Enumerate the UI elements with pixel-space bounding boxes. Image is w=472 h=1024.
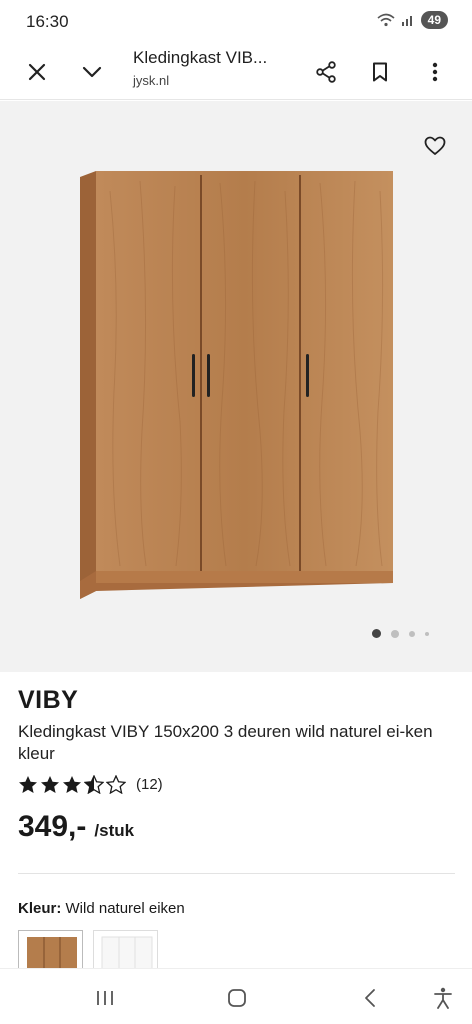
star-half-icon xyxy=(84,775,104,794)
accessibility-icon xyxy=(434,987,452,1009)
product-image xyxy=(80,171,393,599)
page-title-area: Kledingkast VIB... jysk.nl xyxy=(133,48,293,88)
star-filled-icon xyxy=(41,776,59,793)
collapse-button[interactable] xyxy=(74,54,110,90)
accessibility-button[interactable] xyxy=(428,983,458,1013)
page-title: Kledingkast VIB... xyxy=(133,48,268,67)
swatch-white[interactable] xyxy=(93,930,158,970)
price-unit: /stuk xyxy=(94,821,135,840)
product-rating[interactable]: (12) xyxy=(18,775,163,794)
bookmark-icon xyxy=(373,62,387,82)
pagination-dot-active[interactable] xyxy=(372,629,381,638)
pagination-dot[interactable] xyxy=(409,630,415,637)
pagination-dot[interactable] xyxy=(391,629,399,638)
more-vertical-icon xyxy=(432,62,438,82)
color-selection-label: Kleur: Wild naturel eiken xyxy=(18,900,185,917)
swatch-white-thumbnail xyxy=(101,936,153,969)
heart-icon xyxy=(424,136,446,155)
recent-apps-button[interactable] xyxy=(90,983,120,1013)
pagination-dot[interactable] xyxy=(425,631,429,636)
bookmark-button[interactable] xyxy=(362,54,398,90)
wifi-icon xyxy=(377,13,395,27)
color-swatches xyxy=(18,930,158,970)
system-nav-bar xyxy=(0,968,472,1024)
star-filled-icon xyxy=(19,776,37,793)
gallery-pagination[interactable] xyxy=(372,629,429,638)
close-button[interactable] xyxy=(19,54,55,90)
divider xyxy=(18,873,455,874)
swatch-wood-thumbnail xyxy=(27,937,77,969)
favorite-button[interactable] xyxy=(420,131,450,161)
share-button[interactable] xyxy=(308,54,344,90)
price-value: 349,- xyxy=(18,810,87,843)
home-button[interactable] xyxy=(222,983,252,1013)
product-price: 349,- /stuk xyxy=(18,810,134,844)
rating-count[interactable]: (12) xyxy=(136,776,163,793)
color-label: Kleur: xyxy=(18,900,62,917)
more-options-button[interactable] xyxy=(417,54,453,90)
browser-header: Kledingkast VIB... jysk.nl xyxy=(0,44,472,100)
star-filled-icon xyxy=(63,776,81,793)
swatch-wild-oak[interactable] xyxy=(18,930,83,970)
product-brand: VIBY xyxy=(18,686,79,714)
close-icon xyxy=(28,63,46,81)
back-button[interactable] xyxy=(355,983,385,1013)
star-empty-icon xyxy=(106,775,126,794)
back-icon xyxy=(365,989,375,1007)
page-domain: jysk.nl xyxy=(133,73,170,88)
product-gallery[interactable] xyxy=(0,101,472,672)
battery-indicator: 49 xyxy=(420,11,448,29)
share-icon xyxy=(316,61,336,83)
status-time: 16:30 xyxy=(26,12,69,31)
recent-apps-icon xyxy=(97,991,113,1005)
home-icon xyxy=(228,989,246,1007)
signal-icon xyxy=(401,16,412,26)
chevron-down-icon xyxy=(82,66,102,78)
status-icons: 49 xyxy=(377,11,448,29)
product-name: Kledingkast VIBY 150x200 3 deuren wild n… xyxy=(18,722,433,763)
status-bar: 16:30 49 xyxy=(0,0,472,44)
color-value: Wild naturel eiken xyxy=(65,900,185,917)
